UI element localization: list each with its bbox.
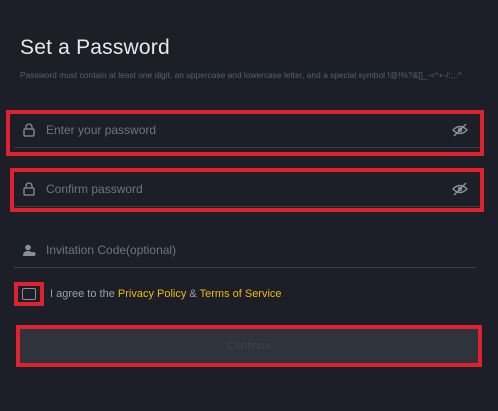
agree-label: I agree to the Privacy Policy & Terms of… xyxy=(50,288,282,300)
terms-of-service-link[interactable]: Terms of Service xyxy=(200,288,282,300)
password-input[interactable]: Enter your password xyxy=(46,123,156,137)
confirm-password-input[interactable]: Confirm password xyxy=(46,182,143,196)
password-field[interactable]: Enter your password xyxy=(14,112,480,148)
agree-prefix: I agree to the xyxy=(50,288,118,300)
checkbox-box xyxy=(22,288,36,300)
continue-label: Continue xyxy=(226,340,272,352)
lock-icon xyxy=(23,181,35,196)
agreement-row: I agree to the Privacy Policy & Terms of… xyxy=(14,282,282,306)
agree-amp: & xyxy=(186,288,200,300)
page-title: Set a Password xyxy=(20,36,170,59)
confirm-password-field[interactable]: Confirm password xyxy=(14,171,480,207)
user-icon xyxy=(23,244,36,256)
invitation-code-input[interactable]: Invitation Code(optional) xyxy=(46,243,176,257)
privacy-policy-link[interactable]: Privacy Policy xyxy=(118,288,186,300)
invitation-code-field[interactable]: Invitation Code(optional) xyxy=(14,232,476,268)
hide-password-icon[interactable] xyxy=(452,123,468,137)
signup-panel: Set a Password Password must contain at … xyxy=(0,0,498,411)
lock-icon xyxy=(23,122,35,137)
continue-button[interactable]: Continue xyxy=(16,325,482,367)
hide-password-icon[interactable] xyxy=(452,182,468,196)
password-requirements: Password must contain at least one digit… xyxy=(20,70,462,80)
agree-checkbox[interactable] xyxy=(14,282,44,306)
